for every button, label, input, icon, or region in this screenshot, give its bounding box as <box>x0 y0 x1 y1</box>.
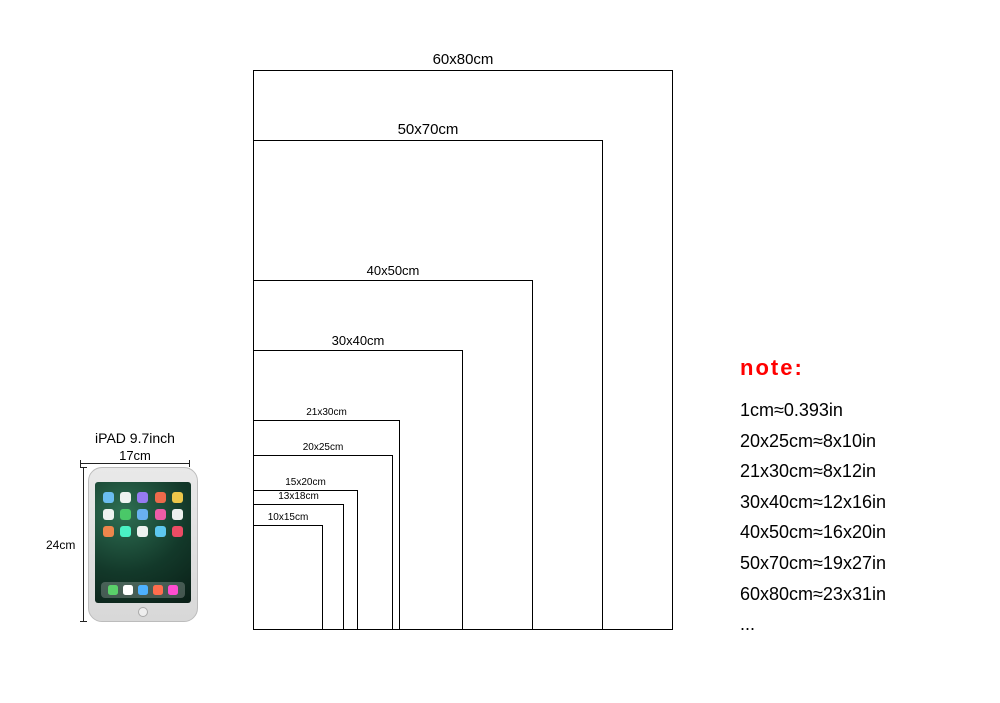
ipad-device-icon <box>88 467 198 622</box>
ipad-height-label: 24cm <box>46 538 75 552</box>
ipad-screen <box>95 482 191 603</box>
ipad-width-label: 17cm <box>80 448 190 464</box>
ipad-reference: iPAD 9.7inch 17cm 24cm <box>70 430 200 622</box>
note-panel: note: 1cm≈0.393in20x25cm≈8x10in21x30cm≈8… <box>740 355 980 640</box>
ipad-home-button-icon <box>138 607 148 617</box>
ipad-height-dim: 24cm <box>70 467 88 622</box>
note-line: 40x50cm≈16x20in <box>740 517 980 548</box>
note-line: ... <box>740 609 980 640</box>
size-rect-label: 60x80cm <box>254 51 672 68</box>
note-line: 60x80cm≈23x31in <box>740 579 980 610</box>
note-line: 50x70cm≈19x27in <box>740 548 980 579</box>
note-line: 20x25cm≈8x10in <box>740 426 980 457</box>
size-rect: 60x80cm <box>253 70 673 630</box>
note-title: note: <box>740 355 980 381</box>
note-line: 30x40cm≈12x16in <box>740 487 980 518</box>
ipad-app-grid <box>103 492 183 537</box>
note-line: 21x30cm≈8x12in <box>740 456 980 487</box>
note-line: 1cm≈0.393in <box>740 395 980 426</box>
ipad-dock <box>101 582 185 598</box>
size-comparison-chart: 10x15cm13x18cm15x20cm20x25cm21x30cm30x40… <box>253 70 673 630</box>
ipad-title: iPAD 9.7inch <box>70 430 200 446</box>
